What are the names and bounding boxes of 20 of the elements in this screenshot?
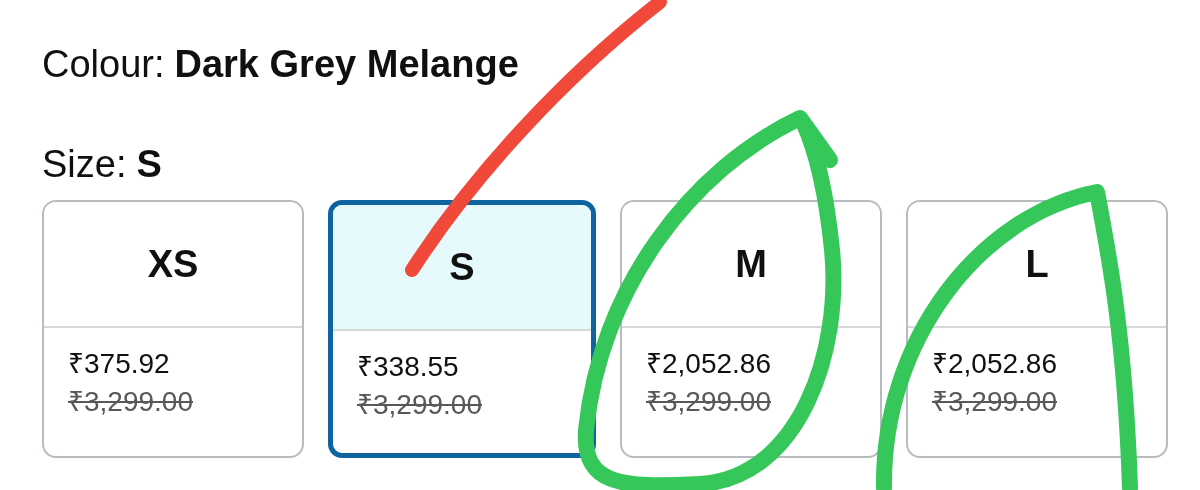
price: ₹338.55 <box>357 350 460 384</box>
size-name: M <box>735 241 767 287</box>
price: ₹2,052.86 <box>932 347 1058 381</box>
list-price: ₹3,299.00 <box>357 388 483 422</box>
list-price: ₹3,299.00 <box>68 385 194 419</box>
list-price: ₹3,299.00 <box>932 385 1058 419</box>
list-price: ₹3,299.00 <box>646 385 772 419</box>
size-name: L <box>1025 241 1049 287</box>
size-name: XS <box>147 241 199 287</box>
size-label: Size: <box>42 142 127 187</box>
size-option-card[interactable]: L ₹2,052.86 ₹3,299.00 <box>906 200 1168 458</box>
price: ₹2,052.86 <box>646 347 772 381</box>
colour-label: Colour: <box>42 42 165 87</box>
size-option-card[interactable]: M ₹2,052.86 ₹3,299.00 <box>620 200 882 458</box>
colour-value: Dark Grey Melange <box>174 42 519 87</box>
size-option-card[interactable]: S ₹338.55 ₹3,299.00 <box>328 200 596 458</box>
price: ₹375.92 <box>68 347 171 381</box>
size-option-card[interactable]: XS ₹375.92 ₹3,299.00 <box>42 200 304 458</box>
size-value: S <box>136 142 162 187</box>
size-name: S <box>449 244 475 290</box>
